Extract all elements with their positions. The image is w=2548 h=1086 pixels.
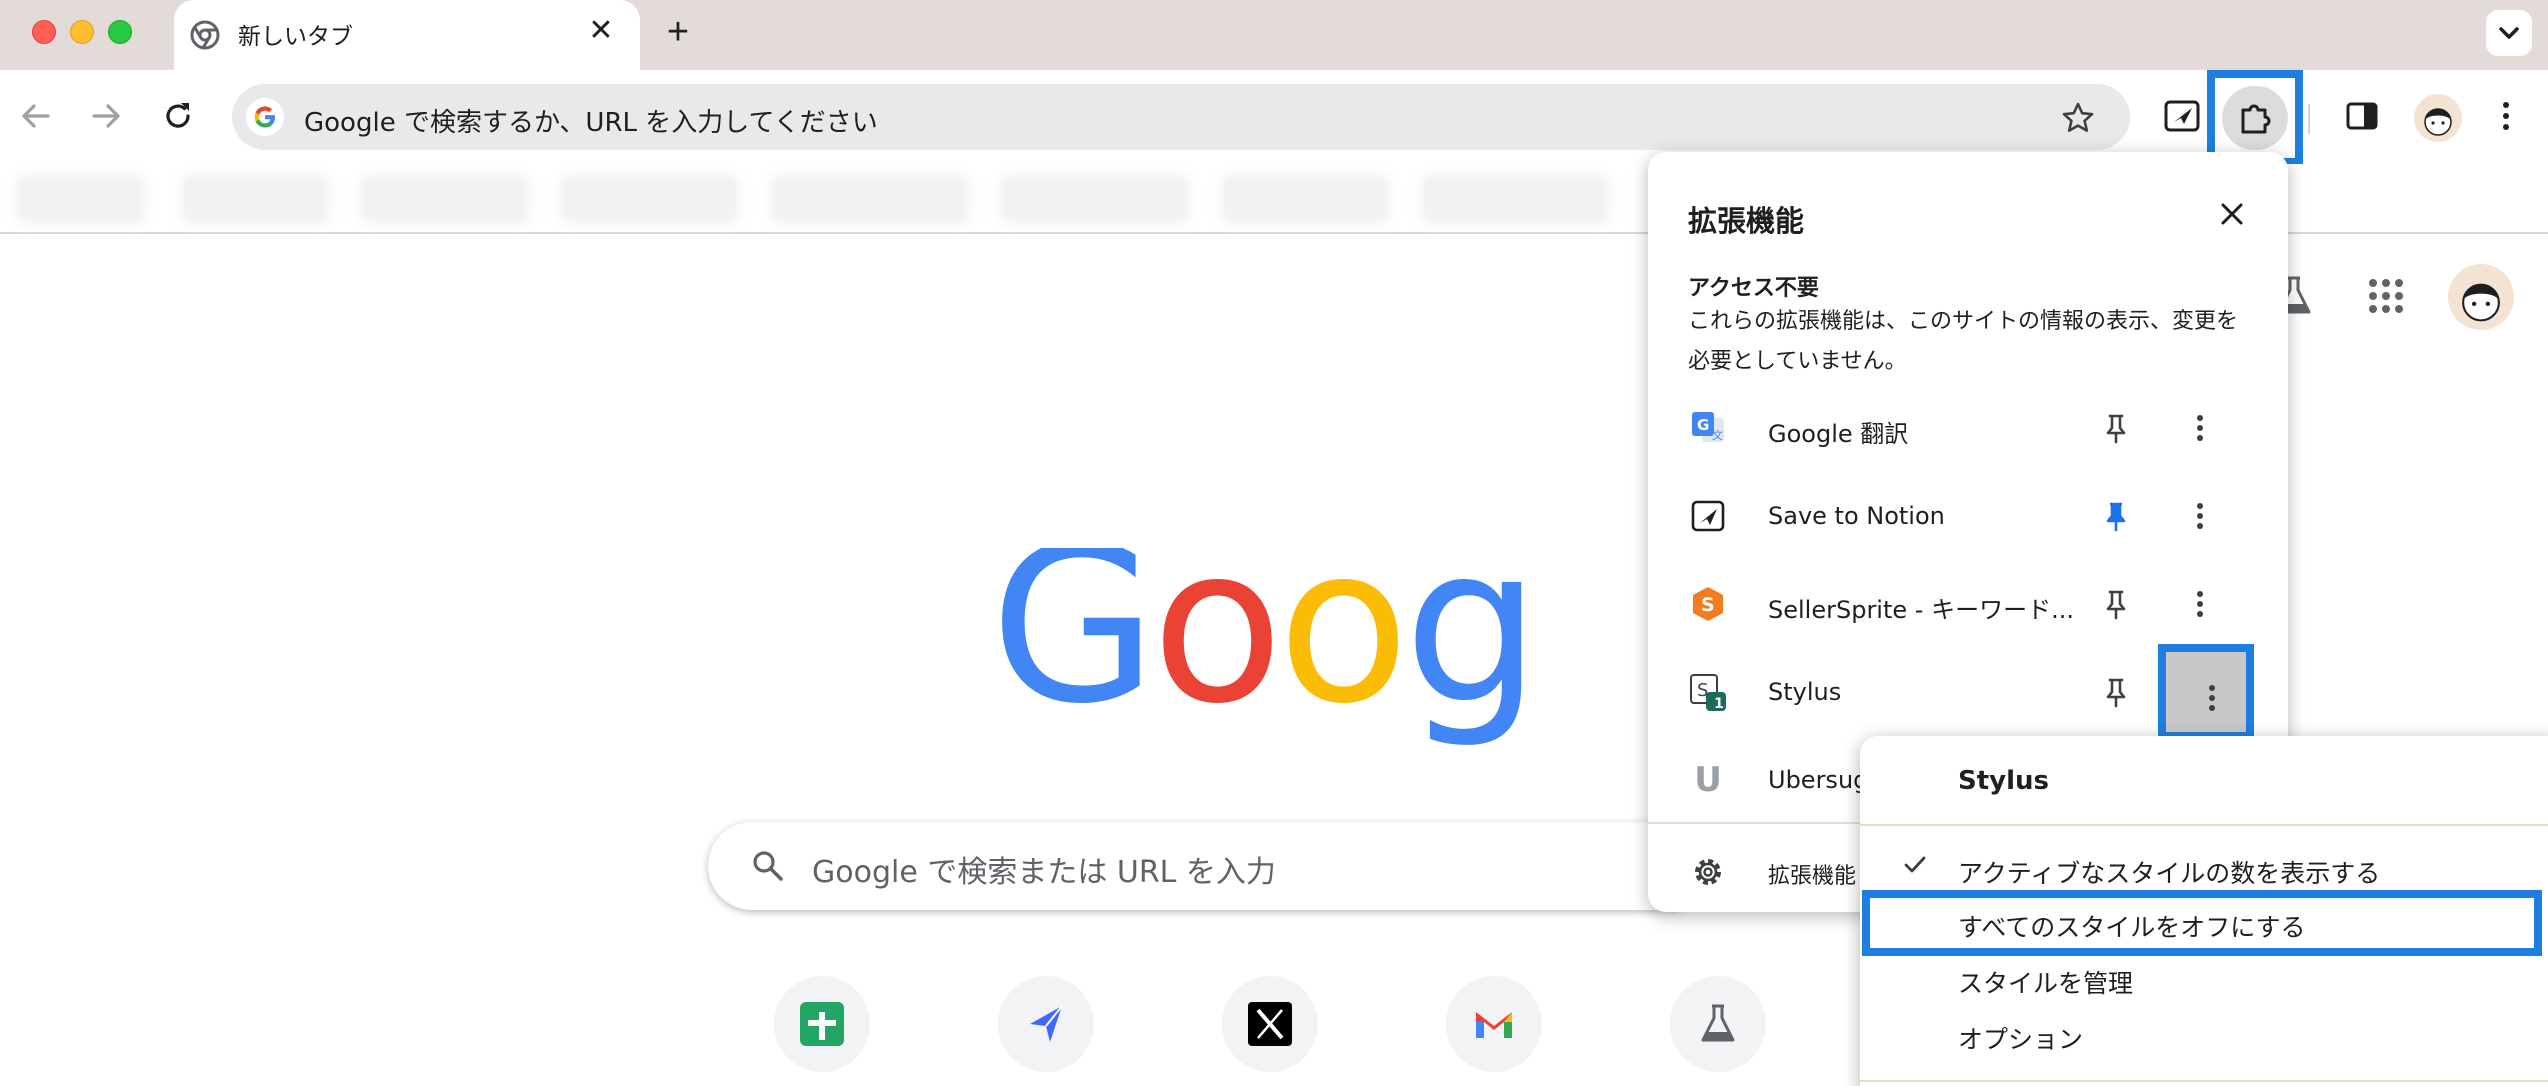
chrome-menu-icon[interactable] [2484, 94, 2528, 138]
more-vert-icon[interactable] [2180, 408, 2220, 448]
shortcut-gmail[interactable] [1446, 976, 1542, 1072]
chevron-down-icon [2499, 27, 2519, 39]
ubersuggest-icon: U [1694, 760, 1722, 800]
reload-icon[interactable] [156, 94, 200, 138]
omnibox[interactable]: Google で検索するか、URL を入力してください [232, 84, 2130, 150]
google-g-icon [246, 98, 284, 136]
ntp-search-box[interactable]: Google で検索または URL を入力 [708, 822, 1708, 910]
feedly-icon [1030, 1005, 1063, 1042]
menu-item-options[interactable]: オプション [1958, 1020, 2083, 1056]
more-vert-icon [2209, 685, 2215, 711]
search-icon [753, 851, 783, 881]
labs-flask-icon [1701, 1004, 1735, 1042]
logo-letter: l [1535, 548, 1550, 748]
logo-letter: g [1404, 548, 1535, 748]
shortcut-x[interactable] [1222, 976, 1318, 1072]
tab-search-button[interactable] [2486, 10, 2532, 56]
google-translate-icon: G 文 [1692, 412, 1724, 442]
gear-icon[interactable] [1688, 852, 1728, 892]
svg-text:S: S [1701, 594, 1715, 616]
shortcut-labs[interactable] [1670, 976, 1766, 1072]
new-tab-button[interactable]: + [660, 13, 696, 51]
bookmark-item[interactable] [180, 174, 330, 224]
logo-letter: G [990, 548, 1151, 748]
avatar-face-icon [2424, 108, 2452, 136]
side-panel-icon[interactable] [2340, 94, 2384, 138]
chrome-icon [190, 20, 220, 50]
ntp-profile-avatar[interactable] [2448, 264, 2514, 330]
profile-avatar[interactable] [2414, 94, 2462, 142]
bookmark-item[interactable] [770, 174, 970, 224]
tab-new-tab[interactable]: 新しいタブ ✕ [174, 0, 640, 72]
pin-icon[interactable] [2096, 672, 2136, 712]
menu-item-highlight [1862, 890, 2542, 956]
extension-name: SellerSprite - キーワード... [1768, 596, 2074, 624]
extension-row-sellersprite[interactable]: S SellerSprite - キーワード... [1648, 560, 2288, 648]
bookmark-item[interactable] [560, 174, 740, 224]
extension-name: Save to Notion [1768, 502, 1945, 530]
bookmark-item[interactable] [16, 174, 146, 224]
maximize-window-button[interactable] [108, 20, 132, 44]
logo-letter: o [1278, 548, 1404, 748]
sellersprite-icon: S [1693, 587, 1723, 621]
manage-extensions-link[interactable]: 拡張機能 [1768, 858, 1856, 890]
star-icon[interactable] [2060, 100, 2096, 136]
pinned-icon[interactable] [2096, 496, 2136, 536]
back-arrow-icon[interactable] [14, 94, 58, 138]
close-window-button[interactable] [32, 20, 56, 44]
checkmark-icon [1904, 856, 1926, 873]
extension-name: Ubersug [1768, 766, 1869, 794]
google-apps-icon[interactable] [2366, 276, 2406, 316]
close-icon[interactable] [2214, 196, 2250, 232]
svg-text:Google: Google [990, 548, 1550, 748]
google-logo: Google [990, 548, 1550, 748]
more-vert-icon[interactable] [2180, 496, 2220, 536]
ntp-search-placeholder: Google で検索または URL を入力 [812, 855, 1276, 890]
extension-row-save-to-notion[interactable]: Save to Notion [1648, 472, 2288, 560]
sheets-icon [800, 1002, 844, 1046]
extension-name: Google 翻訳 [1768, 420, 1909, 448]
shortcut-feedly[interactable] [998, 976, 1094, 1072]
extension-name: Stylus [1768, 678, 1842, 706]
section-title: アクセス不要 [1688, 276, 1819, 301]
bookmark-item[interactable] [1000, 174, 1190, 224]
save-to-notion-icon [1691, 500, 1725, 532]
save-to-notion-toolbar-icon[interactable] [2160, 94, 2204, 138]
extension-row-google-translate[interactable]: G 文 Google 翻訳 [1648, 384, 2288, 472]
menu-item-show-active-count[interactable]: アクティブなスタイルの数を表示する [1958, 854, 2380, 890]
gmail-icon [1476, 1012, 1512, 1038]
tab-title: 新しいタブ [238, 24, 353, 50]
tab-strip: 新しいタブ ✕ + [0, 0, 2548, 72]
context-menu-header: Stylus [1958, 766, 2049, 796]
x-logo-icon [1248, 1002, 1292, 1046]
more-vert-icon[interactable] [2180, 584, 2220, 624]
shortcut-sheets[interactable] [774, 976, 870, 1072]
bookmark-item[interactable] [1420, 174, 1610, 224]
logo-letter: o [1151, 548, 1277, 748]
svg-text:G: G [1697, 416, 1709, 434]
svg-text:文: 文 [1712, 428, 1723, 442]
avatar-face-icon [2462, 283, 2500, 322]
pin-icon[interactable] [2096, 408, 2136, 448]
section-description: これらの拡張機能は、このサイトの情報の表示、変更を必要としていません。 [1688, 309, 2239, 374]
stylus-more-button[interactable] [2158, 644, 2254, 740]
omnibox-placeholder: Google で検索するか、URL を入力してください [304, 108, 878, 138]
menu-separator [1860, 1080, 2548, 1082]
menu-separator [1860, 824, 2548, 826]
toolbar: Google で検索するか、URL を入力してください [0, 70, 2548, 164]
pin-icon[interactable] [2096, 584, 2136, 624]
extensions-panel-title: 拡張機能 [1688, 204, 1805, 238]
tab-close-button[interactable]: ✕ [586, 16, 616, 46]
forward-arrow-icon[interactable] [84, 94, 128, 138]
minimize-window-button[interactable] [70, 20, 94, 44]
stylus-badge: 1 [1714, 696, 1724, 712]
menu-item-manage-styles[interactable]: スタイルを管理 [1958, 964, 2133, 1000]
toolbar-divider [2308, 104, 2310, 134]
bookmark-item[interactable] [1220, 174, 1390, 224]
bookmark-item[interactable] [360, 174, 530, 224]
